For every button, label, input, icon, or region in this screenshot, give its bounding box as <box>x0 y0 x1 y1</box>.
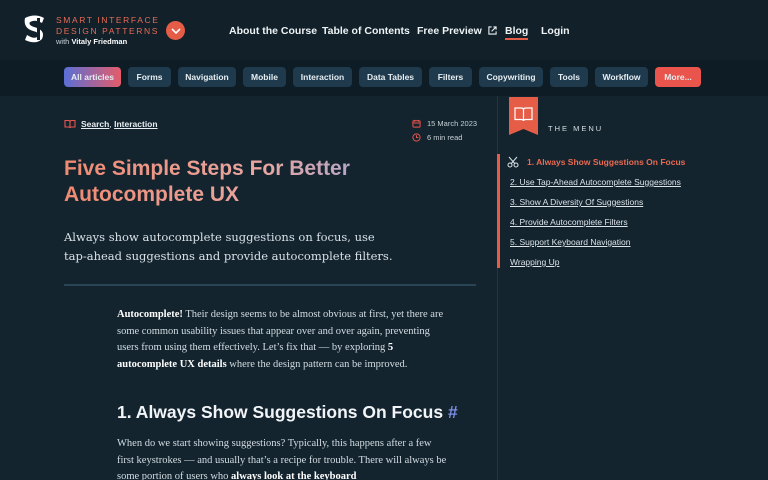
article-subtitle: Always show autocomplete suggestions on … <box>64 230 393 263</box>
toc-item-1[interactable]: 1. Always Show Suggestions On Focus <box>527 157 685 167</box>
section-bold: always look at the keyboard <box>231 471 357 480</box>
toc-item-5[interactable]: 5. Support Keyboard Navigation <box>510 237 631 247</box>
logo-title-line2: DESIGN PATTERNS <box>56 26 160 36</box>
category-more[interactable]: More... <box>655 67 701 87</box>
category-data-tables[interactable]: Data Tables <box>359 67 422 87</box>
chevron-down-icon <box>170 27 181 34</box>
intro-paragraph: Autocomplete! Their design seems to be a… <box>117 307 447 373</box>
logo-title[interactable]: SMART INTERFACE DESIGN PATTERNS <box>56 15 160 37</box>
menu-book-icon <box>509 97 538 135</box>
toc-item-4[interactable]: 4. Provide Autocomplete Filters <box>510 217 628 227</box>
toc-progress-bar <box>497 154 500 268</box>
intro-text-2: where the design pattern can be improved… <box>226 358 408 370</box>
category-navigation[interactable]: Navigation <box>178 67 236 87</box>
clock-icon <box>412 133 421 142</box>
category-interaction[interactable]: Interaction <box>293 67 352 87</box>
section-heading-text: 1. Always Show Suggestions On Focus <box>117 402 444 422</box>
category-all-articles[interactable]: All articles <box>64 67 121 87</box>
scissors-icon <box>507 156 519 168</box>
menu-label: THE MENU <box>548 124 604 133</box>
nav-login[interactable]: Login <box>541 25 570 37</box>
toc-item-2[interactable]: 2. Use Tap-Ahead Autocomplete Suggestion… <box>510 177 681 187</box>
logo-title-line1: SMART INTERFACE <box>56 15 160 25</box>
article-read-time-text: 6 min read <box>427 133 463 142</box>
toc-item-3[interactable]: 3. Show A Diversity Of Suggestions <box>510 197 643 207</box>
anchor-link[interactable]: # <box>448 402 458 422</box>
nav-free-preview[interactable]: Free Preview <box>417 25 497 37</box>
article-read-time: 6 min read <box>412 133 462 142</box>
category-filters[interactable]: Filters <box>429 67 472 87</box>
toc-item-wrapping-up[interactable]: Wrapping Up <box>510 257 559 267</box>
logo-subtitle-prefix: with <box>56 37 70 46</box>
article-date: 15 March 2023 <box>412 119 477 128</box>
calendar-icon <box>412 119 421 128</box>
external-link-icon <box>488 26 497 35</box>
nav-blog[interactable]: Blog <box>505 25 529 40</box>
nav-free-preview-label: Free Preview <box>417 25 482 37</box>
book-open-icon <box>64 119 76 129</box>
section-paragraph: When do we start showing suggestions? Ty… <box>117 436 447 480</box>
article-date-text: 15 March 2023 <box>427 119 478 128</box>
article-tags: Search, Interaction <box>64 119 158 129</box>
category-tools[interactable]: Tools <box>550 67 588 87</box>
category-mobile[interactable]: Mobile <box>243 67 286 87</box>
tag-link-interaction[interactable]: Interaction <box>114 119 157 129</box>
category-forms[interactable]: Forms <box>128 67 171 87</box>
tag-separator: , <box>109 119 112 129</box>
nav-about-course[interactable]: About the Course <box>229 25 317 37</box>
article-title: Five Simple Steps For Better Autocomplet… <box>64 156 424 208</box>
logo-subtitle: with Vitaly Friedman <box>56 37 127 46</box>
tag-list: Search, Interaction <box>81 119 158 129</box>
nav-table-of-contents[interactable]: Table of Contents <box>322 25 410 37</box>
category-copywriting[interactable]: Copywriting <box>479 67 543 87</box>
intro-lead: Autocomplete! <box>117 309 183 320</box>
title-divider <box>64 284 476 286</box>
logo-icon[interactable] <box>22 14 48 44</box>
category-workflow[interactable]: Workflow <box>595 67 648 87</box>
menu-toggle-button[interactable] <box>166 21 185 40</box>
section-heading: 1. Always Show Suggestions On Focus # <box>117 402 458 423</box>
tag-link-search[interactable]: Search <box>81 119 109 129</box>
logo-subtitle-name: Vitaly Friedman <box>71 37 128 46</box>
